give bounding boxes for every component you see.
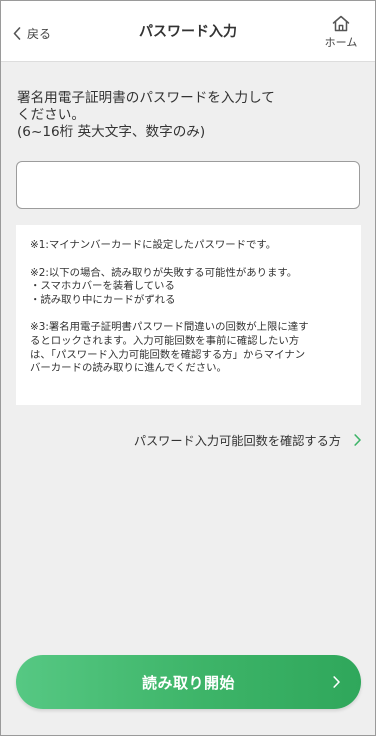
back-button[interactable]: 戻る	[13, 23, 51, 43]
check-remaining-attempts-link[interactable]: パスワード入力可能回数を確認する方	[134, 431, 361, 449]
note-1-text: ※1:マイナンバーカードに設定したパスワードです。	[30, 239, 277, 251]
note-3-line: は、「パスワード入力可能回数を確認する方」からマイナン	[30, 348, 306, 361]
home-label: ホーム	[324, 36, 358, 49]
chevron-right-icon	[354, 434, 361, 446]
note-2-line: ・スマホカバーを装着している	[30, 280, 175, 293]
home-icon	[332, 15, 350, 32]
chevron-right-icon	[333, 676, 340, 688]
note-2-line: ※2:以下の場合、読み取りが失敗する可能性があります。	[30, 266, 298, 279]
note-2: ※2:以下の場合、読み取りが失敗する可能性があります。 ・スマホカバーを装着して…	[30, 267, 351, 308]
chevron-left-icon	[13, 26, 21, 40]
notes-panel: ※1:マイナンバーカードに設定したパスワードです。 ※2:以下の場合、読み取りが…	[16, 225, 361, 405]
start-reading-label: 読み取り開始	[141, 674, 235, 692]
home-button[interactable]: ホーム	[321, 15, 361, 50]
note-2-line: ・読み取り中にカードがずれる	[30, 293, 176, 306]
instruction-format-hint: (6~16桁 英大文字、数字のみ)	[17, 124, 206, 140]
back-label: 戻る	[27, 26, 52, 41]
note-3-line: バーカードの読み取りに進んでください。	[30, 362, 227, 375]
note-3-line: るとロックされます。入力可能回数を事前に確認したい方	[30, 334, 300, 347]
header-bar: 戻る パスワード入力 ホーム	[1, 1, 375, 62]
page-title: パスワード入力	[139, 24, 237, 40]
note-3-line: ※3:署名用電子証明書パスワード間違いの回数が上限に達す	[30, 321, 309, 334]
check-remaining-attempts-label: パスワード入力可能回数を確認する方	[133, 434, 341, 448]
instruction-line: 署名用電子証明書のパスワードを入力して	[17, 90, 275, 106]
start-reading-button[interactable]: 読み取り開始	[16, 655, 361, 709]
instruction-line: ください。	[17, 107, 85, 123]
note-3: ※3:署名用電子証明書パスワード間違いの回数が上限に達す るとロックされます。入…	[30, 321, 351, 375]
instruction-text: 署名用電子証明書のパスワードを入力して ください。 (6~16桁 英大文字、数字…	[17, 90, 357, 141]
password-entry-screen: 戻る パスワード入力 ホーム 署名用電子証明書のパスワードを入力して ください。…	[0, 0, 376, 736]
password-input[interactable]	[16, 161, 360, 209]
note-1: ※1:マイナンバーカードに設定したパスワードです。	[30, 239, 351, 253]
